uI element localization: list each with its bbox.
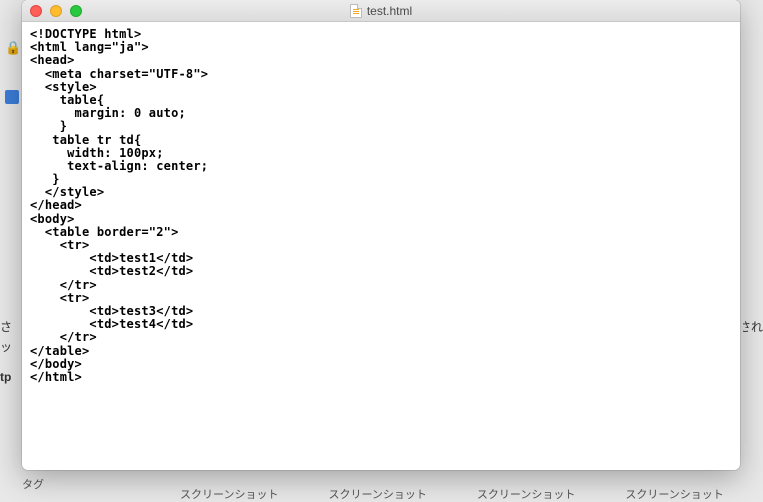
window-title-wrap: test.html: [22, 4, 740, 18]
editor-window: test.html <!DOCTYPE html> <html lang="ja…: [22, 0, 740, 470]
background-thumbnails: スクリーンショット スクリーンショット スクリーンショット スクリーンショット: [180, 486, 724, 502]
code-editor[interactable]: <!DOCTYPE html> <html lang="ja"> <head> …: [22, 22, 740, 470]
lock-icon: 🔒: [5, 40, 21, 56]
app-icon: [5, 90, 19, 104]
background-tag-label: タグ: [22, 476, 44, 492]
thumbnail-label: スクリーンショット: [625, 486, 723, 502]
background-text-left-2: ッ: [0, 338, 20, 355]
minimize-button[interactable]: [50, 5, 62, 17]
titlebar[interactable]: test.html: [22, 0, 740, 22]
background-tp-label: tp: [0, 370, 11, 384]
background-text-right: され: [743, 318, 763, 335]
thumbnail-label: スクリーンショット: [180, 486, 278, 502]
close-button[interactable]: [30, 5, 42, 17]
background-text-left-1: さ: [0, 318, 20, 335]
zoom-button[interactable]: [70, 5, 82, 17]
thumbnail-label: スクリーンショット: [477, 486, 575, 502]
window-title: test.html: [367, 4, 412, 18]
traffic-lights: [22, 5, 82, 17]
file-icon: [350, 4, 362, 18]
thumbnail-label: スクリーンショット: [328, 486, 426, 502]
